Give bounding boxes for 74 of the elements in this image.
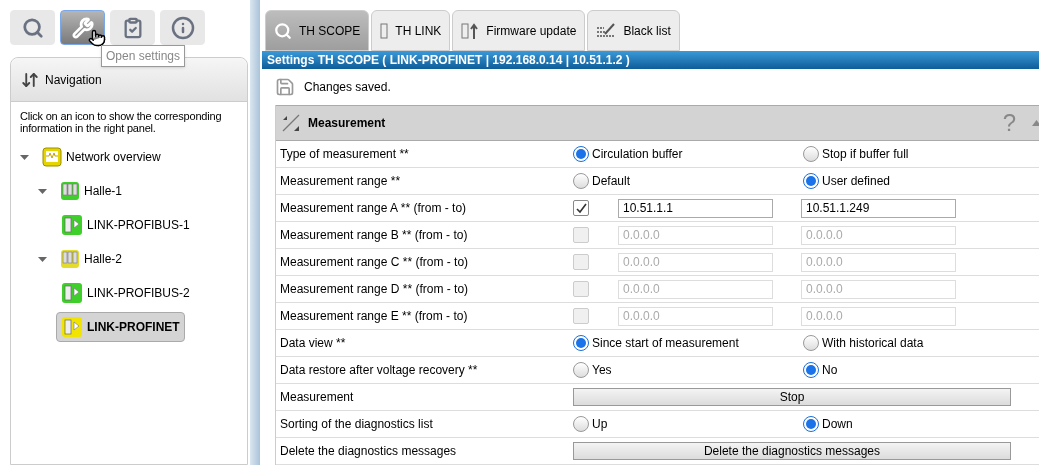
radio-label: Up (592, 416, 608, 433)
checkbox[interactable] (573, 200, 589, 216)
radio-button[interactable] (573, 416, 589, 432)
setting-label: Measurement range C ** (from - to) (279, 254, 470, 271)
radio-button[interactable] (573, 173, 589, 189)
checkbox[interactable] (573, 254, 589, 270)
tree-item[interactable]: LINK-PROFINET (56, 312, 185, 342)
radio-button[interactable] (803, 416, 819, 432)
status-message: Changes saved. (304, 79, 391, 96)
checkbox[interactable] (573, 281, 589, 297)
setting-label: Measurement (279, 389, 355, 406)
radio-label: Yes (592, 362, 612, 379)
panel-title: Navigation (45, 71, 102, 89)
tab[interactable]: Black list (587, 10, 680, 51)
input-field[interactable]: 10.51.1.1 (618, 198, 773, 218)
tab[interactable]: Firmware update (452, 10, 586, 51)
checkbox[interactable] (573, 227, 589, 243)
radio-label: Stop if buffer full (822, 146, 909, 163)
checkbox[interactable] (573, 308, 589, 324)
radio-button[interactable] (803, 335, 819, 351)
setting-label: Measurement range D ** (from - to) (279, 281, 470, 298)
hand-pointer-icon (88, 29, 106, 47)
radio-button[interactable] (573, 362, 589, 378)
setting-label: Measurement range ** (279, 173, 402, 190)
radio-label: With historical data (822, 335, 924, 352)
hint-text: Click on an icon to show the corresponding information in the right panel. (20, 110, 223, 134)
tree-item[interactable]: Halle-1 (55, 177, 127, 205)
setting-label: Type of measurement ** (279, 146, 410, 163)
search-icon (274, 21, 292, 40)
tab[interactable]: TH LINK (371, 10, 451, 51)
save-icon (275, 77, 295, 97)
radio-button[interactable] (803, 146, 819, 162)
device-upload-icon (461, 21, 480, 40)
setting-label: Measurement range B ** (from - to) (279, 227, 469, 244)
device-icon (380, 22, 389, 39)
tree-item[interactable]: Halle-2 (55, 245, 127, 273)
radio-button[interactable] (573, 335, 589, 351)
range-icon (282, 114, 300, 132)
radio-button[interactable] (803, 362, 819, 378)
radio-label: No (822, 362, 838, 379)
radio-button[interactable] (803, 173, 819, 189)
setting-label: Measurement range A ** (from - to) (279, 200, 468, 217)
settings-title-bar: Settings TH SCOPE ( LINK-PROFINET | 192.168.0.14 | 10.51.1.2 ) (262, 51, 1039, 69)
setting-label: Data view ** (279, 335, 347, 352)
input-field[interactable]: 10.51.1.249 (801, 198, 956, 218)
list-pen-icon (596, 21, 617, 40)
expand-caret-icon[interactable] (38, 186, 47, 196)
action-button[interactable]: Delete the diagnostics messages (573, 442, 1011, 460)
expand-caret-icon[interactable] (38, 254, 47, 264)
sort-arrows-icon (21, 70, 39, 89)
radio-label: Down (822, 416, 853, 433)
setting-label: Delete the diagnostics messages (279, 443, 458, 460)
setting-label: Measurement range E ** (from - to) (279, 308, 469, 325)
radio-label: Default (592, 173, 631, 190)
tooltip: Open settings (101, 45, 186, 67)
radio-label: Since start of measurement (592, 335, 739, 352)
radio-button[interactable] (573, 146, 589, 162)
tree-item[interactable]: LINK-PROFIBUS-1 (56, 210, 195, 240)
collapse-caret-icon[interactable] (1032, 120, 1039, 126)
search-icon (21, 16, 44, 39)
action-button[interactable]: Stop (573, 388, 1011, 406)
setting-label: Sorting of the diagnostics list (279, 416, 434, 433)
radio-label: Circulation buffer (592, 146, 683, 163)
radio-label: User defined (822, 173, 891, 190)
info-icon (170, 15, 195, 40)
tab[interactable]: TH SCOPE (265, 10, 370, 51)
check-icon (575, 202, 587, 214)
expand-caret-icon[interactable] (20, 152, 29, 162)
tree-item[interactable]: Network overview (37, 143, 166, 171)
section-title: Measurement (308, 115, 386, 132)
tree-item[interactable]: LINK-PROFIBUS-2 (56, 278, 195, 308)
setting-label: Data restore after voltage recovery ** (279, 362, 479, 379)
section-header[interactable]: Measurement ? (276, 105, 1039, 141)
wrench-icon (71, 16, 94, 39)
